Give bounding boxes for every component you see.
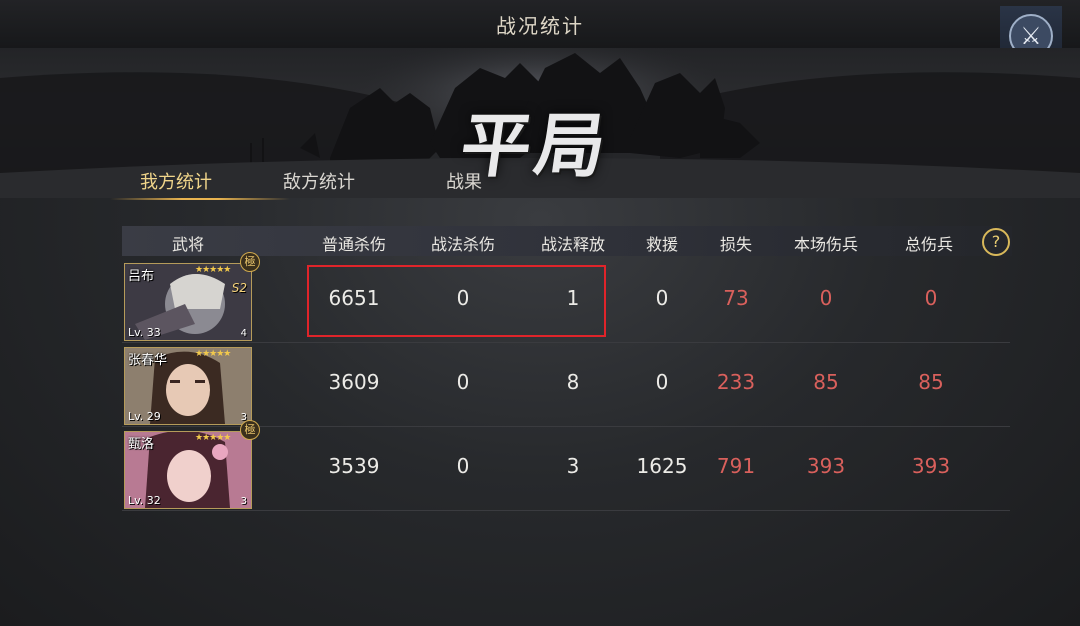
header-rescue: 救援: [645, 235, 679, 254]
table-row: 甄洛 ★★★★★ Lv. 32 3 極 3539 0 3 1625 791 39…: [122, 420, 1010, 511]
awaken-count: 3: [240, 496, 247, 507]
general-name: 甄洛: [128, 437, 155, 452]
header-normal-damage: 普通杀伤: [321, 235, 387, 254]
window-title: 战况统计: [496, 14, 584, 38]
general-card-zhenluo[interactable]: 甄洛 ★★★★★ Lv. 32 3: [124, 431, 252, 509]
header-wounded-total: 总伤兵: [904, 235, 954, 254]
ultimate-badge: 極: [240, 252, 260, 272]
general-card-lubu[interactable]: 吕布 ★★★★★ S2 Lv. 33 4: [124, 263, 252, 341]
wounded-battle-value: 85: [813, 370, 839, 394]
rescue-value: 1625: [636, 454, 688, 478]
tab-battle-result[interactable]: 战果: [446, 168, 482, 194]
star-rating: ★★★★★: [195, 265, 231, 275]
title-bar: 战况统计: [0, 0, 1080, 49]
ultimate-badge: 極: [240, 420, 260, 440]
header-tactic-damage: 战法杀伤: [430, 235, 496, 254]
tactic-damage-value: 0: [456, 370, 470, 394]
wounded-total-value: 393: [911, 454, 951, 478]
wounded-battle-value: 0: [819, 286, 833, 310]
table-row: 张春华 ★★★★★ Lv. 29 3 3609 0 8 0 233 85 85: [122, 342, 1010, 427]
highlight-box: [307, 265, 606, 337]
tab-enemy-stats[interactable]: 敌方统计: [283, 168, 355, 194]
rescue-value: 0: [655, 286, 669, 310]
loss-value: 233: [716, 370, 756, 394]
tactic-damage-value: 0: [456, 454, 470, 478]
wounded-total-value: 0: [924, 286, 938, 310]
general-level: Lv. 29: [128, 410, 161, 423]
normal-damage-value: 3609: [328, 370, 380, 394]
general-name: 吕布: [128, 269, 155, 284]
loss-value: 791: [716, 454, 756, 478]
loss-value: 73: [723, 286, 749, 310]
general-level: Lv. 33: [128, 326, 161, 339]
wounded-battle-value: 393: [806, 454, 846, 478]
stats-table-header: 武将 普通杀伤 战法杀伤 战法释放 救援 损失 本场伤兵 总伤兵: [122, 226, 1012, 256]
header-loss: 损失: [719, 235, 753, 254]
stats-tabs: 我方统计 敌方统计 战果: [110, 160, 670, 200]
general-level: Lv. 32: [128, 494, 161, 507]
general-card-zhangchunhua[interactable]: 张春华 ★★★★★ Lv. 29 3: [124, 347, 252, 425]
tactic-casts-value: 8: [566, 370, 580, 394]
header-wounded-battle: 本场伤兵: [793, 235, 859, 254]
general-name: 张春华: [128, 353, 168, 368]
star-rating: ★★★★★: [195, 433, 231, 443]
tactic-casts-value: 3: [566, 454, 580, 478]
season-rank: S2: [231, 281, 247, 295]
normal-damage-value: 3539: [328, 454, 380, 478]
question-icon[interactable]: ?: [982, 228, 1010, 256]
awaken-count: 4: [240, 328, 247, 339]
tab-our-stats[interactable]: 我方统计: [140, 168, 212, 194]
header-general: 武将: [171, 235, 205, 254]
header-tactic-casts: 战法释放: [540, 235, 606, 254]
active-tab-indicator: [110, 198, 290, 200]
star-rating: ★★★★★: [195, 349, 231, 359]
rescue-value: 0: [655, 370, 669, 394]
wounded-total-value: 85: [918, 370, 944, 394]
